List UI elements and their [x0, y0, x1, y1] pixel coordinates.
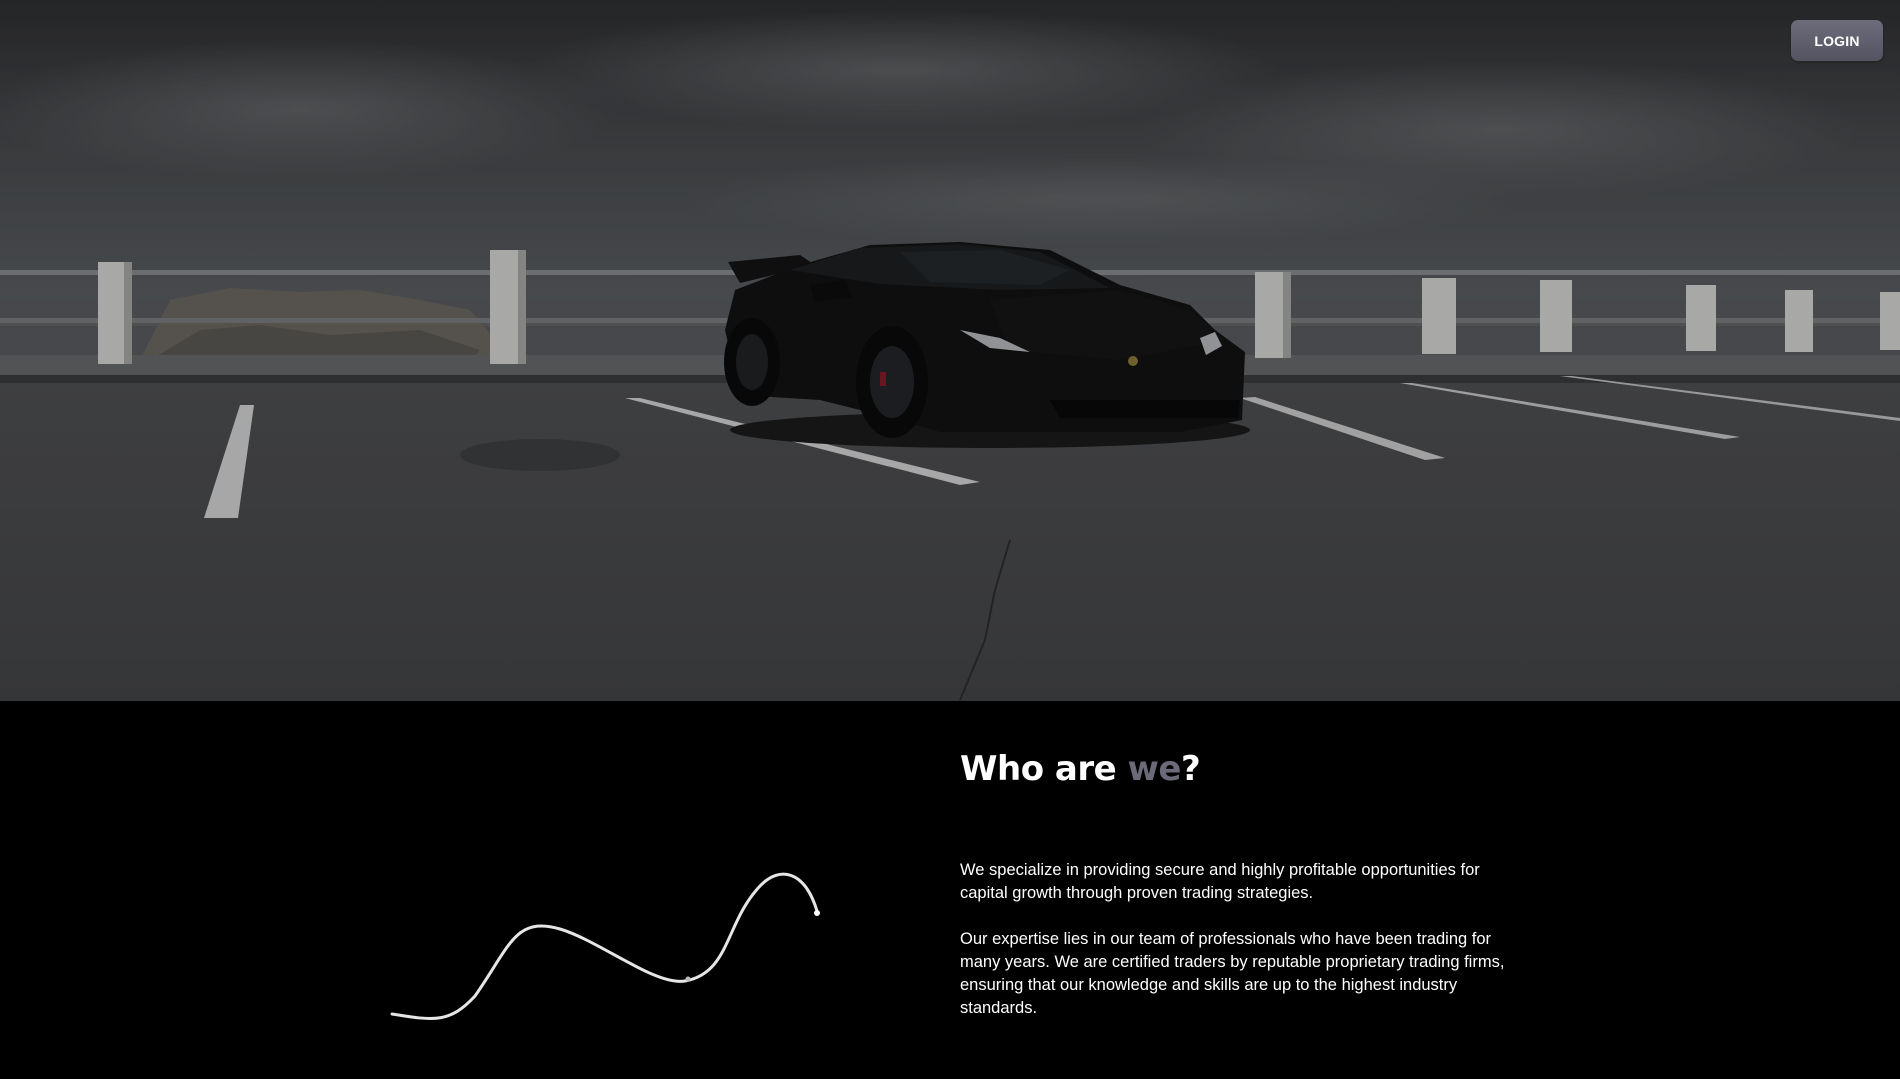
heading-question-mark: ?	[1181, 749, 1201, 789]
about-paragraph-1: We specialize in providing secure and hi…	[960, 861, 1480, 902]
wave-curve-icon	[390, 872, 820, 1020]
heading-accent: we	[1127, 749, 1182, 789]
heading-text: Who are	[960, 749, 1128, 789]
about-text: We specialize in providing secure and hi…	[960, 859, 1520, 1043]
page: LOGIN Who are we? We specialize in provi…	[0, 0, 1900, 1079]
about-heading: Who are we?	[960, 749, 1201, 789]
login-button[interactable]: LOGIN	[1791, 20, 1883, 61]
about-section: Who are we? We specialize in providing s…	[0, 701, 1900, 1079]
hero-background-image	[0, 0, 1900, 701]
hero-section: LOGIN	[0, 0, 1900, 701]
about-paragraph-2: Our expertise lies in our team of profes…	[960, 930, 1505, 1017]
